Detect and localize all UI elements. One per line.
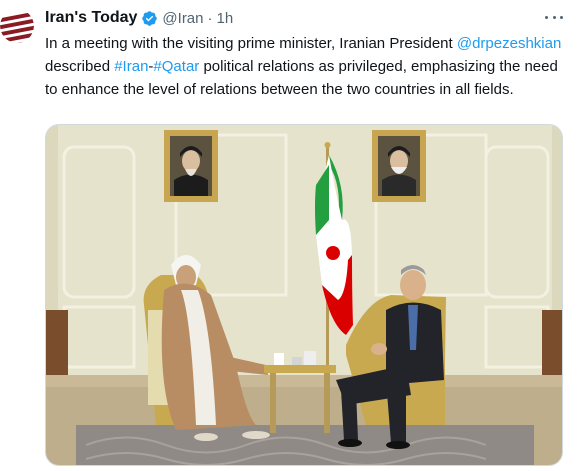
tweet-text-part: described	[45, 58, 115, 75]
meeting-photo-illustration	[46, 125, 562, 465]
mention-link[interactable]: @drpezeshkian	[457, 35, 561, 52]
more-options-icon[interactable]	[545, 8, 563, 26]
tweet-photo[interactable]	[45, 124, 563, 466]
author-display-name[interactable]: Iran's Today	[45, 9, 137, 27]
hashtag-qatar-link[interactable]: #Qatar	[153, 58, 199, 75]
tweet-header: Iran's Today @Iran · 1h	[45, 8, 233, 28]
tweet-text: In a meeting with the visiting prime min…	[45, 32, 573, 101]
striped-globe-logo-icon	[0, 9, 34, 43]
hashtag-iran-link[interactable]: #Iran	[114, 58, 148, 75]
author-handle[interactable]: @Iran	[162, 10, 203, 27]
verified-badge-icon	[142, 10, 158, 26]
separator-dot: ·	[207, 9, 213, 27]
tweet-text-part: In a meeting with the visiting prime min…	[45, 35, 457, 52]
author-avatar[interactable]	[0, 9, 34, 43]
tweet-timestamp[interactable]: 1h	[217, 10, 234, 27]
